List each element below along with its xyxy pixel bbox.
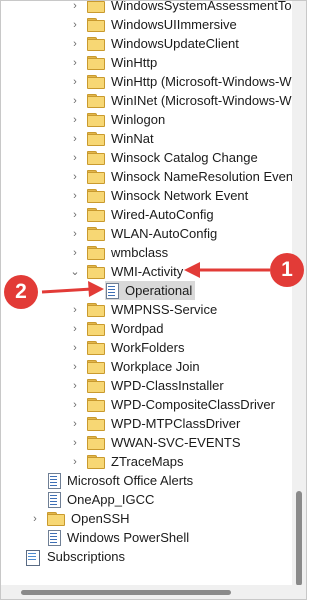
annotation-badge-2: 2 <box>4 275 38 309</box>
annotation-arrows <box>41 262 270 297</box>
arrowhead-2-icon <box>88 281 104 297</box>
arrowhead-1-icon <box>184 262 200 278</box>
annotation-badge-1: 1 <box>270 253 304 287</box>
annotation-arrow-2 <box>41 287 93 294</box>
